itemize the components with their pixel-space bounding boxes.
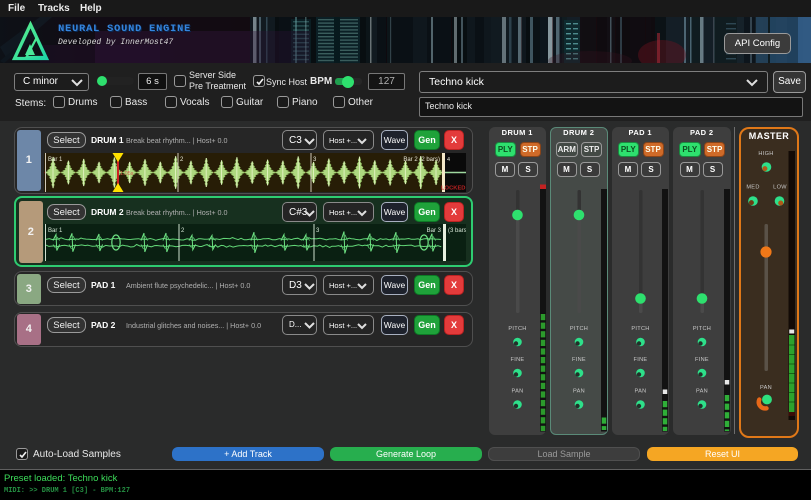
svg-text:MED: MED <box>746 185 759 191</box>
svg-text:HIGH: HIGH <box>758 151 773 157</box>
svg-text:PAN: PAN <box>760 385 772 391</box>
svg-text:LOW: LOW <box>773 185 787 191</box>
